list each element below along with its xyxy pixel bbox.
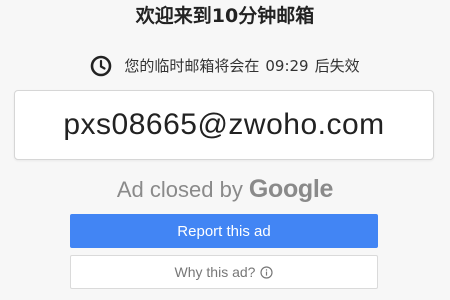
expiry-time: 09:29	[265, 57, 309, 75]
expiry-notice: 您的临时邮箱将会在 09:29 后失效	[0, 54, 450, 78]
email-address-field[interactable]: pxs08665@zwoho.com	[14, 90, 434, 160]
info-icon	[260, 265, 274, 279]
clock-icon	[90, 55, 112, 77]
page: 欢迎来到10分钟邮箱 您的临时邮箱将会在 09:29 后失效 pxs08665@…	[0, 0, 450, 300]
why-this-ad-button[interactable]: Why this ad?	[70, 255, 378, 289]
ad-closed-notice: Ad closed by Google	[0, 175, 450, 204]
report-ad-button[interactable]: Report this ad	[70, 214, 378, 248]
page-title: 欢迎来到10分钟邮箱	[135, 5, 315, 27]
ad-closed-text: Ad closed by	[116, 177, 243, 202]
expiry-prefix: 您的临时邮箱将会在	[124, 57, 260, 75]
why-this-ad-label: Why this ad?	[174, 264, 256, 280]
google-logo: Google	[248, 175, 334, 203]
expiry-suffix: 后失效	[314, 57, 360, 75]
